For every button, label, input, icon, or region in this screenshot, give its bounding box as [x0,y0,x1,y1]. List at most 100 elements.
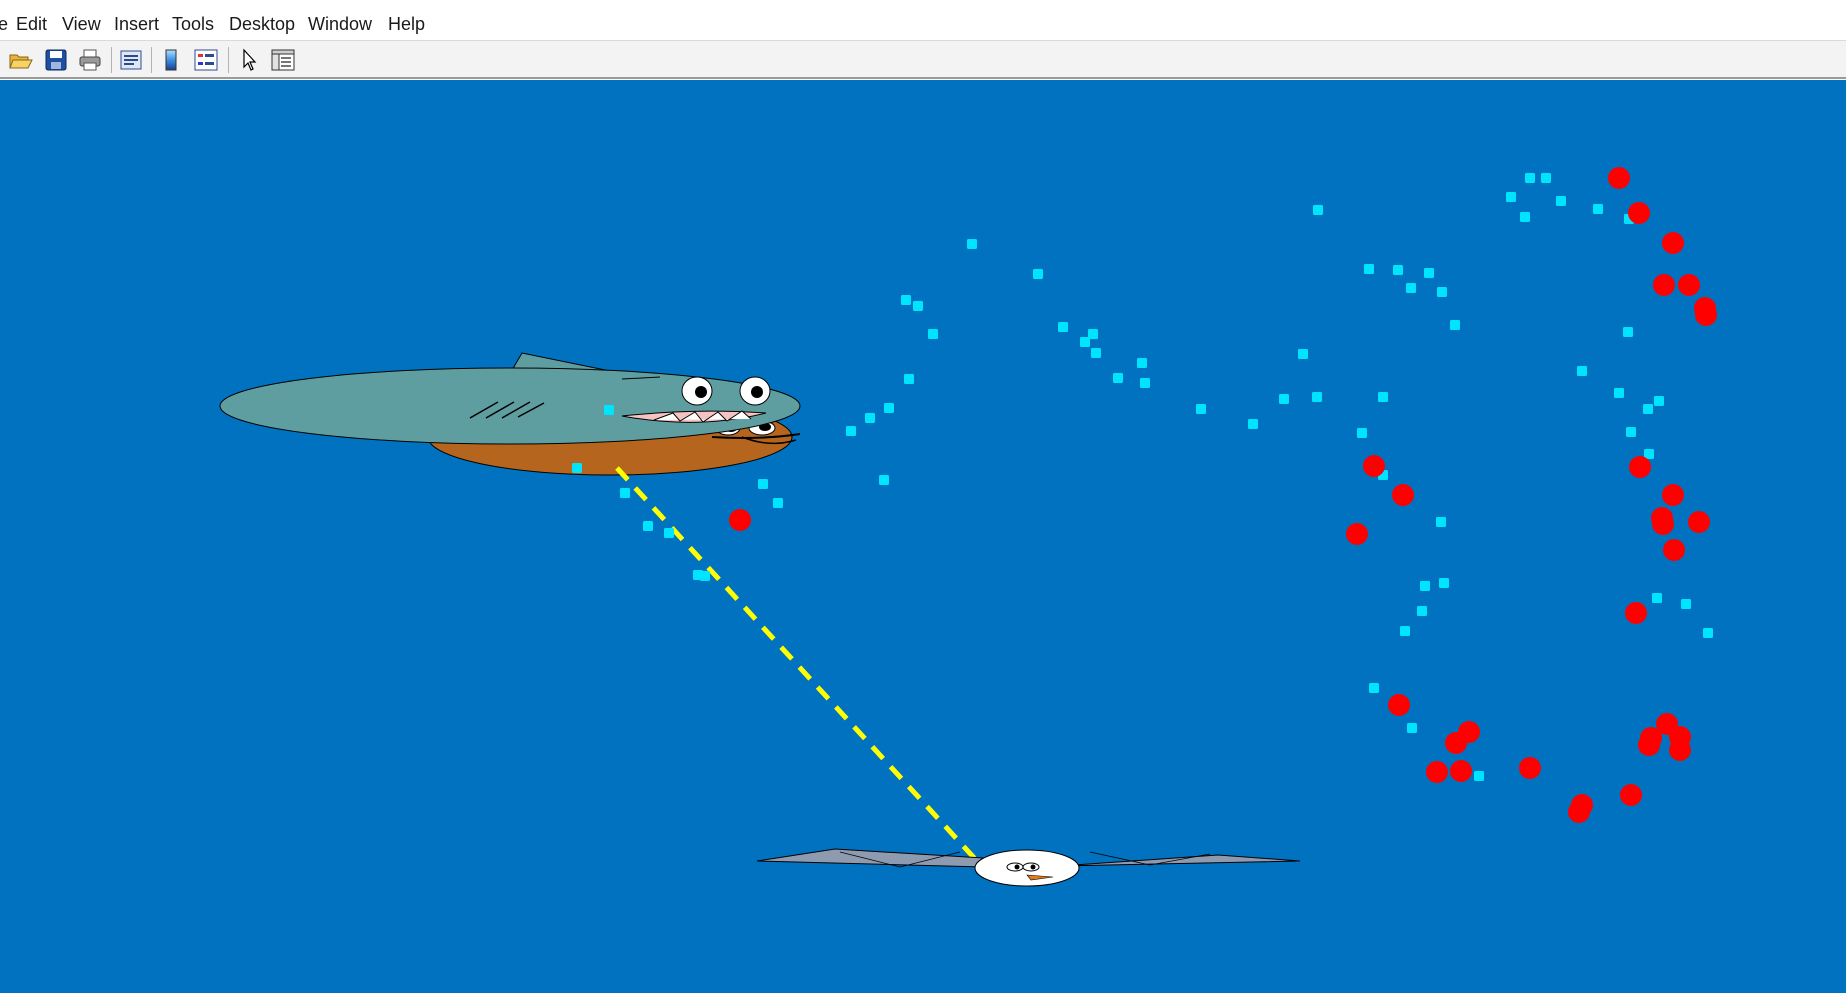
food-pellet [1378,392,1388,402]
food-pellet [1137,358,1147,368]
menu-bar: e Edit View Insert Tools Desktop Window … [0,8,1846,41]
food-pellet [1474,771,1484,781]
red-ball [1695,304,1717,326]
food-pellet [1406,283,1416,293]
food-pellet [1279,394,1289,404]
food-pellet [913,301,923,311]
food-pellet [1248,419,1258,429]
food-pellet [572,463,582,473]
food-pellet [1626,427,1636,437]
red-ball [1392,484,1414,506]
open-folder-icon[interactable] [8,48,34,72]
food-pellet [1407,723,1417,733]
red-ball [1662,232,1684,254]
red-ball [1640,727,1662,749]
food-pellet [1091,348,1101,358]
menu-file[interactable]: e [0,13,8,35]
toolbar-separator [228,47,229,73]
food-pellet [1450,320,1460,330]
food-pellet [967,239,977,249]
food-pellet [1424,268,1434,278]
food-pellet [604,405,614,415]
red-ball [1678,274,1700,296]
food-pellet [928,329,938,339]
food-pellet [1033,269,1043,279]
colorbar-icon[interactable] [158,48,184,72]
food-pellet [1541,173,1551,183]
red-ball [1445,732,1467,754]
red-ball [1628,202,1650,224]
food-pellet [865,413,875,423]
menu-help[interactable]: Help [388,13,425,35]
food-pellet [1703,628,1713,638]
toolbar-separator [151,47,152,73]
red-ball [1568,801,1590,823]
red-ball [1688,511,1710,533]
food-pellet [1439,578,1449,588]
figure-window: e Edit View Insert Tools Desktop Window … [0,0,1846,993]
red-ball [1426,761,1448,783]
food-pellet [1556,196,1566,206]
red-ball [1388,694,1410,716]
menu-tools[interactable]: Tools [172,13,214,35]
food-pellet [1520,212,1530,222]
food-pellet [901,295,911,305]
food-pellet [1437,287,1447,297]
food-pellet [1298,349,1308,359]
food-pellet [664,528,674,538]
print-icon[interactable] [77,48,103,72]
red-ball [729,509,751,531]
food-pellet [1643,404,1653,414]
save-icon[interactable] [43,48,69,72]
food-pellet [1525,173,1535,183]
food-pellet [904,374,914,384]
food-pellet [620,488,630,498]
food-pellet [1312,392,1322,402]
food-pellet [1364,264,1374,274]
food-pellet [1196,404,1206,414]
red-ball [1629,456,1651,478]
menu-view[interactable]: View [62,13,101,35]
legend-icon[interactable] [193,48,219,72]
food-pellet [1420,581,1430,591]
red-ball [1450,760,1472,782]
food-pellet [884,403,894,413]
menu-window[interactable]: Window [308,13,372,35]
food-pellet [1357,428,1367,438]
red-ball [1669,739,1691,761]
game-canvas[interactable] [0,80,1846,993]
property-inspector-icon[interactable] [270,48,296,72]
red-ball [1363,455,1385,477]
food-pellet [1140,378,1150,388]
food-pellet [1313,205,1323,215]
title-bar [0,0,1846,8]
food-pellet [1681,599,1691,609]
food-pellet [773,498,783,508]
food-pellet [1614,388,1624,398]
menu-insert[interactable]: Insert [114,13,159,35]
food-pellet [1436,517,1446,527]
food-pellet [1400,626,1410,636]
food-pellet [879,475,889,485]
red-ball [1620,784,1642,806]
red-ball [1346,523,1368,545]
red-ball [1652,513,1674,535]
red-ball [1663,539,1685,561]
food-pellet [1417,606,1427,616]
food-pellet [1088,329,1098,339]
toolbar-separator [111,47,112,73]
food-pellet [1654,396,1664,406]
food-pellet [758,479,768,489]
red-ball [1625,602,1647,624]
menu-edit[interactable]: Edit [16,13,47,35]
menu-desktop[interactable]: Desktop [229,13,295,35]
food-pellet [1113,373,1123,383]
pointer-icon[interactable] [236,48,262,72]
print-preview-icon[interactable] [118,48,144,72]
food-pellet [1058,322,1068,332]
food-pellet [1593,204,1603,214]
food-pellet [1506,192,1516,202]
red-ball [1653,274,1675,296]
food-pellet [1577,366,1587,376]
food-pellet [1652,593,1662,603]
